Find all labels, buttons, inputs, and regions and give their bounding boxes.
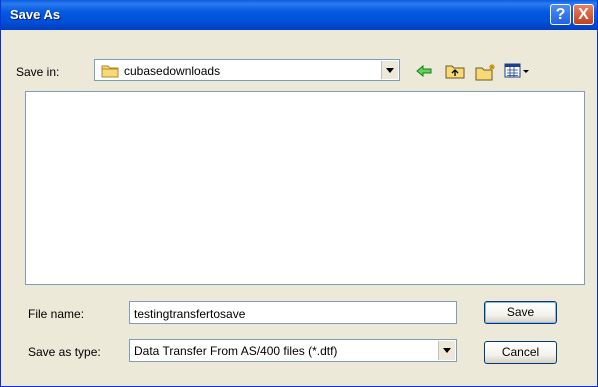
up-folder-icon[interactable] (445, 63, 465, 79)
save-in-dropdown-arrow[interactable] (381, 61, 398, 79)
folder-icon (101, 65, 119, 78)
save-as-type-dropdown-arrow[interactable] (438, 341, 455, 360)
save-as-dialog: Save As ? X Save in: cubasedownloads Fil… (0, 0, 598, 387)
view-menu-icon[interactable] (504, 63, 530, 79)
close-button[interactable]: X (573, 4, 594, 25)
save-in-label: Save in: (16, 65, 60, 79)
file-name-value: testingtransfertosave (134, 307, 246, 321)
file-name-label: File name: (28, 307, 85, 321)
save-as-type-dropdown[interactable]: Data Transfer From AS/400 files (*.dtf) (129, 339, 457, 362)
new-folder-icon[interactable] (475, 63, 497, 81)
cancel-button[interactable]: Cancel (484, 341, 557, 364)
save-button[interactable]: Save (484, 301, 557, 324)
save-in-value: cubasedownloads (124, 64, 221, 78)
save-as-type-label: Save as type: (28, 345, 101, 359)
title-bar[interactable]: Save As ? X (1, 0, 597, 30)
help-button[interactable]: ? (550, 4, 571, 25)
file-list-area[interactable] (25, 91, 585, 285)
chevron-down-icon (443, 348, 451, 353)
file-name-input[interactable]: testingtransfertosave (129, 301, 457, 324)
chevron-down-icon (386, 68, 394, 73)
save-as-type-value: Data Transfer From AS/400 files (*.dtf) (134, 344, 338, 358)
dialog-title: Save As (10, 7, 61, 22)
help-icon: ? (555, 6, 566, 23)
close-icon: X (578, 6, 589, 23)
back-arrow-icon[interactable] (415, 63, 433, 79)
save-in-dropdown[interactable]: cubasedownloads (94, 59, 400, 81)
